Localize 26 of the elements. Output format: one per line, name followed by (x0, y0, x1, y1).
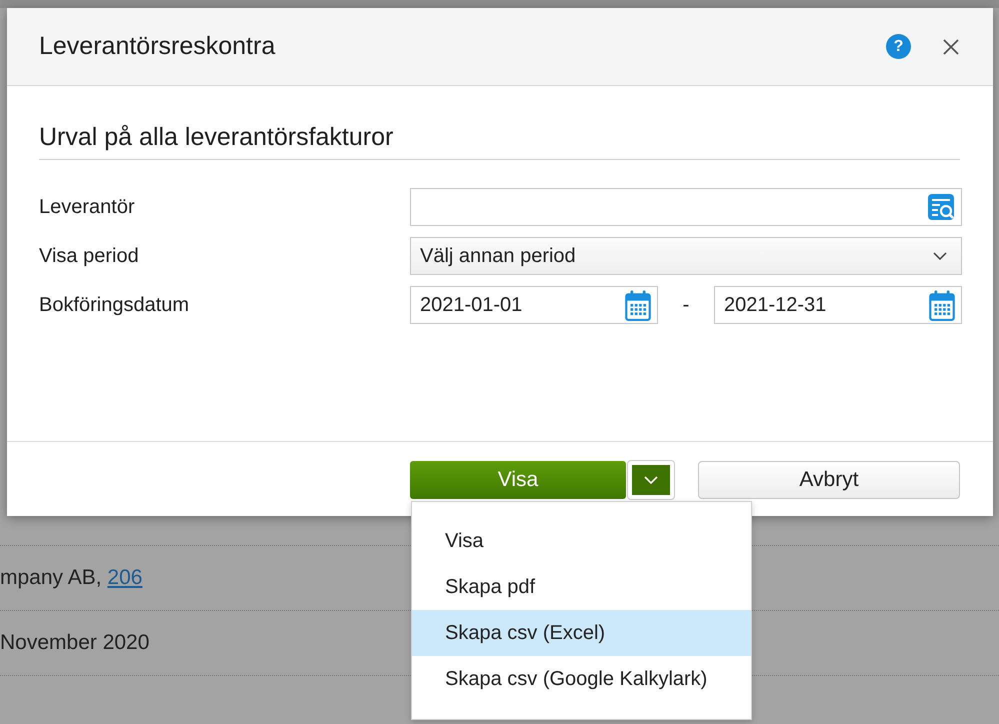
calendar-icon[interactable] (929, 290, 955, 320)
section-title: Urval på alla leverantörsfakturor (39, 122, 960, 160)
help-button[interactable]: ? (886, 34, 911, 59)
list-row-text: November 2020 (0, 631, 150, 655)
list-row-text: mpany AB, 206 (0, 566, 142, 590)
menu-item[interactable]: Skapa csv (Google Kalkylark) (412, 656, 751, 702)
calendar-icon[interactable] (625, 290, 651, 320)
supplier-search-field[interactable] (410, 188, 962, 226)
range-separator: - (682, 294, 690, 316)
cancel-button[interactable]: Avbryt (698, 461, 960, 499)
period-select[interactable]: Välj annan period (410, 237, 962, 275)
chevron-down-icon (644, 476, 658, 484)
field-label: Leverantör (39, 196, 136, 218)
chevron-down-icon (933, 252, 947, 260)
date-field[interactable]: 2021-01-01 (410, 286, 658, 324)
field-label: Visa period (39, 244, 140, 268)
field-label: Bokföringsdatum (39, 294, 190, 316)
show-button[interactable]: Visa (410, 461, 626, 499)
date-field[interactable]: 2021-12-31 (714, 286, 962, 324)
dropdown-toggle-button[interactable] (628, 461, 674, 499)
menu-item[interactable]: Skapa pdf (412, 564, 751, 610)
menu-item[interactable]: Visa (412, 518, 751, 564)
list-search-icon[interactable] (927, 193, 955, 221)
dialog-title: Leverantörsreskontra (39, 32, 276, 61)
close-icon[interactable] (943, 38, 959, 54)
menu-item[interactable]: Skapa csv (Excel) (412, 610, 751, 656)
